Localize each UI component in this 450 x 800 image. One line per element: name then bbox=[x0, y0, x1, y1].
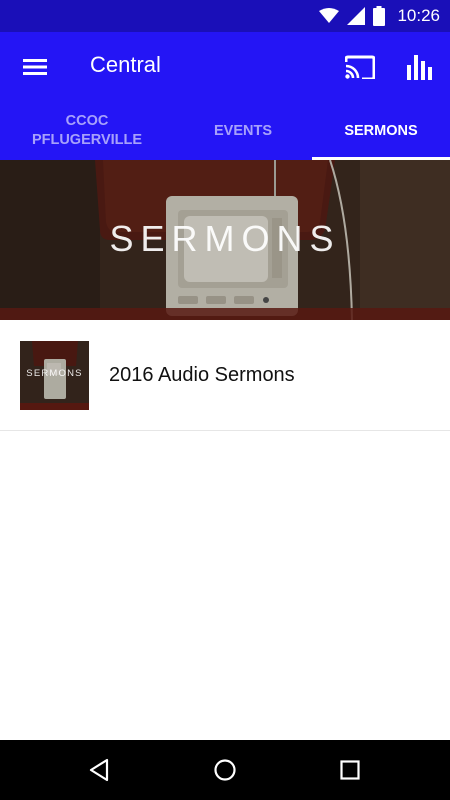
home-icon[interactable] bbox=[210, 755, 240, 785]
app-bar: Central bbox=[0, 32, 450, 102]
list-item-title: 2016 Audio Sermons bbox=[109, 364, 295, 386]
sermon-thumbnail: SERMONS bbox=[20, 341, 89, 410]
recents-icon[interactable] bbox=[335, 755, 365, 785]
tab-ccoc-pflugerville[interactable]: CCOC PFLUGERVILLE bbox=[0, 102, 174, 160]
status-time: 10:26 bbox=[397, 6, 440, 25]
status-bar: 10:26 bbox=[0, 0, 450, 32]
sermon-list: SERMONS 2016 Audio Sermons bbox=[0, 320, 450, 431]
tab-sermons[interactable]: SERMONS bbox=[312, 102, 450, 160]
menu-icon[interactable] bbox=[18, 52, 52, 82]
tab-events[interactable]: EVENTS bbox=[174, 102, 312, 160]
hero-title: SERMONS bbox=[109, 218, 341, 259]
thumbnail-text: SERMONS bbox=[26, 368, 83, 379]
bar-chart-icon[interactable] bbox=[402, 50, 438, 84]
system-nav-bar bbox=[0, 740, 450, 800]
list-item[interactable]: SERMONS 2016 Audio Sermons bbox=[0, 320, 450, 431]
battery-icon bbox=[373, 6, 386, 26]
sermons-hero-banner: SERMONS bbox=[0, 160, 450, 320]
cast-icon[interactable] bbox=[343, 52, 377, 82]
cell-signal-icon bbox=[347, 7, 366, 25]
back-icon[interactable] bbox=[85, 755, 115, 785]
wifi-icon bbox=[319, 8, 340, 24]
tab-bar: CCOC PFLUGERVILLE EVENTS SERMONS bbox=[0, 102, 450, 160]
app-title: Central bbox=[90, 52, 161, 77]
